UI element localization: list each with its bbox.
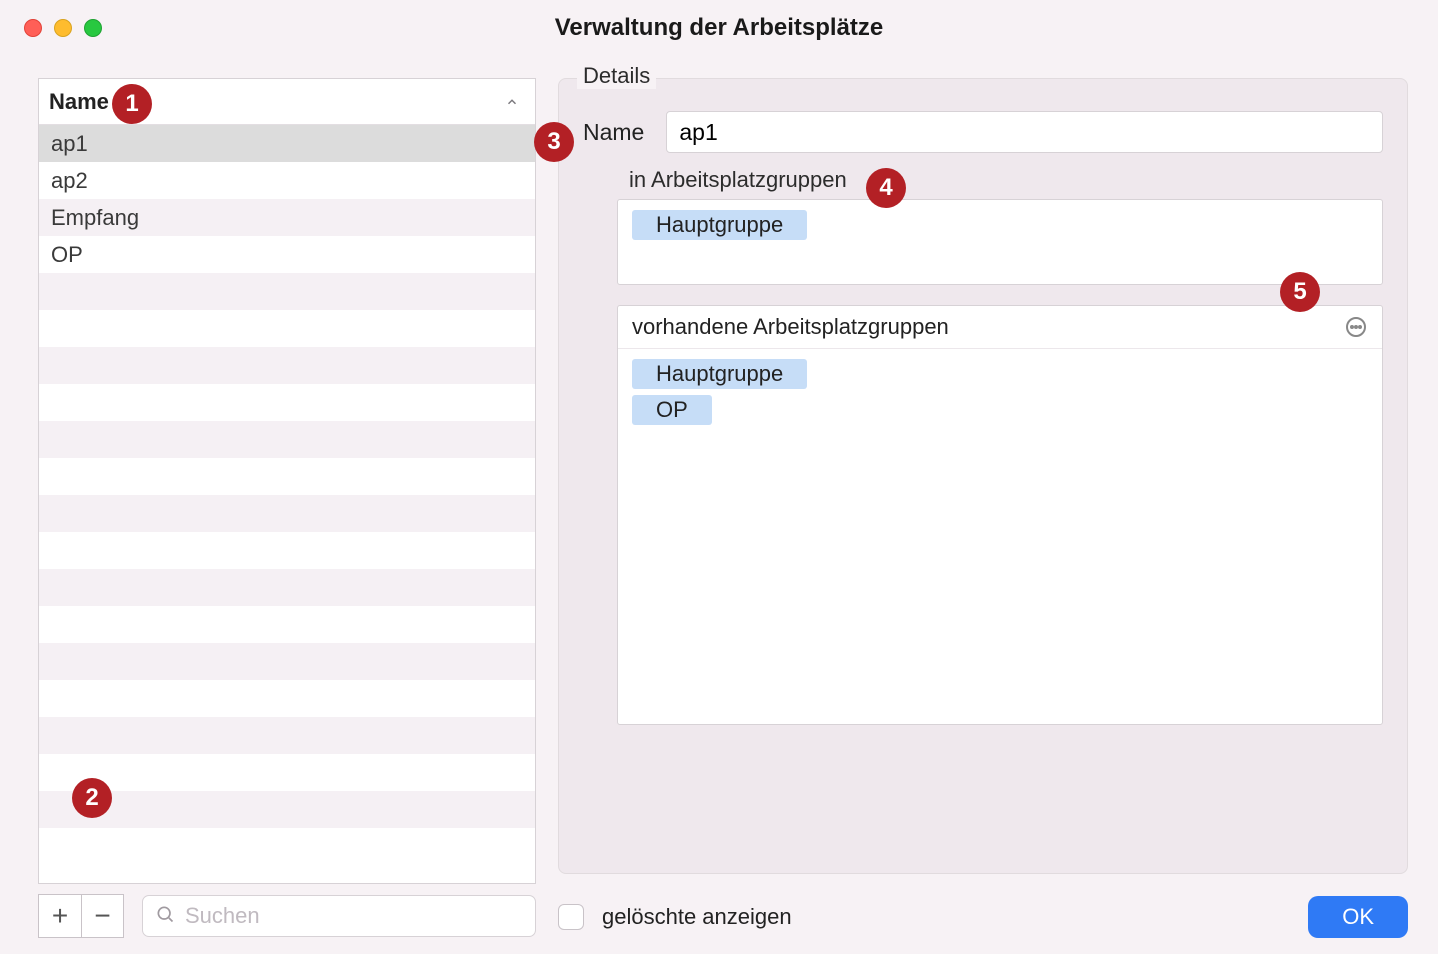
in-groups-label: in Arbeitsplatzgruppen [629, 167, 1383, 193]
list-empty-row [39, 717, 535, 754]
in-groups-box[interactable]: Hauptgruppe [617, 199, 1383, 285]
annotation-marker-2: 2 [72, 778, 112, 818]
remove-button[interactable]: − [81, 895, 123, 937]
list-empty-row [39, 495, 535, 532]
name-input[interactable] [666, 111, 1383, 153]
groups-section: in Arbeitsplatzgruppen Hauptgruppe vorha… [599, 167, 1383, 725]
list-item[interactable]: OP [39, 236, 535, 273]
add-remove-buttons: + − [38, 894, 124, 938]
list-empty-row [39, 643, 535, 680]
details-legend: Details [577, 63, 656, 89]
workstation-list: Name ap1ap2EmpfangOP [38, 78, 536, 884]
list-empty-row [39, 458, 535, 495]
list-empty-row [39, 532, 535, 569]
list-empty-row [39, 347, 535, 384]
search-input[interactable] [185, 903, 523, 929]
list-empty-row [39, 569, 535, 606]
list-item[interactable]: ap2 [39, 162, 535, 199]
search-field[interactable] [142, 895, 536, 937]
list-empty-row [39, 310, 535, 347]
show-deleted-checkbox[interactable] [558, 904, 584, 930]
name-row: Name [583, 111, 1383, 153]
list-empty-row [39, 791, 535, 828]
chevron-up-icon [505, 89, 519, 115]
group-tag[interactable]: Hauptgruppe [632, 359, 807, 389]
window-title: Verwaltung der Arbeitsplätze [0, 14, 1438, 42]
group-tag[interactable]: OP [632, 395, 712, 425]
list-empty-row [39, 680, 535, 717]
more-icon[interactable] [1344, 315, 1368, 339]
available-groups-box: vorhandene Arbeitsplatzgruppen Hauptgrup… [617, 305, 1383, 725]
right-column: Details Name in Arbeitsplatzgruppen Haup… [558, 78, 1408, 938]
titlebar: Verwaltung der Arbeitsplätze [0, 0, 1438, 56]
annotation-marker-5: 5 [1280, 272, 1320, 312]
list-toolbar: + − [38, 894, 536, 938]
name-label: Name [583, 119, 644, 146]
group-tag[interactable]: Hauptgruppe [632, 210, 807, 240]
list-rows: ap1ap2EmpfangOP [39, 125, 535, 883]
details-panel: Details Name in Arbeitsplatzgruppen Haup… [558, 78, 1408, 874]
list-item[interactable]: Empfang [39, 199, 535, 236]
list-empty-row [39, 606, 535, 643]
annotation-marker-4: 4 [866, 168, 906, 208]
list-empty-row [39, 384, 535, 421]
footer-row: gelöschte anzeigen OK [558, 896, 1408, 938]
add-button[interactable]: + [39, 895, 81, 937]
available-groups-body[interactable]: Hauptgruppe OP [618, 349, 1382, 441]
available-groups-label: vorhandene Arbeitsplatzgruppen [632, 314, 949, 340]
ok-button[interactable]: OK [1308, 896, 1408, 938]
list-empty-row [39, 754, 535, 791]
show-deleted-label: gelöschte anzeigen [602, 904, 792, 930]
left-column: Name ap1ap2EmpfangOP + − [38, 78, 536, 938]
available-groups-header: vorhandene Arbeitsplatzgruppen [618, 306, 1382, 349]
list-column-label: Name [49, 89, 109, 115]
search-icon [155, 904, 175, 929]
annotation-marker-1: 1 [112, 84, 152, 124]
annotation-marker-3: 3 [534, 122, 574, 162]
list-empty-row [39, 421, 535, 458]
list-empty-row [39, 273, 535, 310]
list-item[interactable]: ap1 [39, 125, 535, 162]
